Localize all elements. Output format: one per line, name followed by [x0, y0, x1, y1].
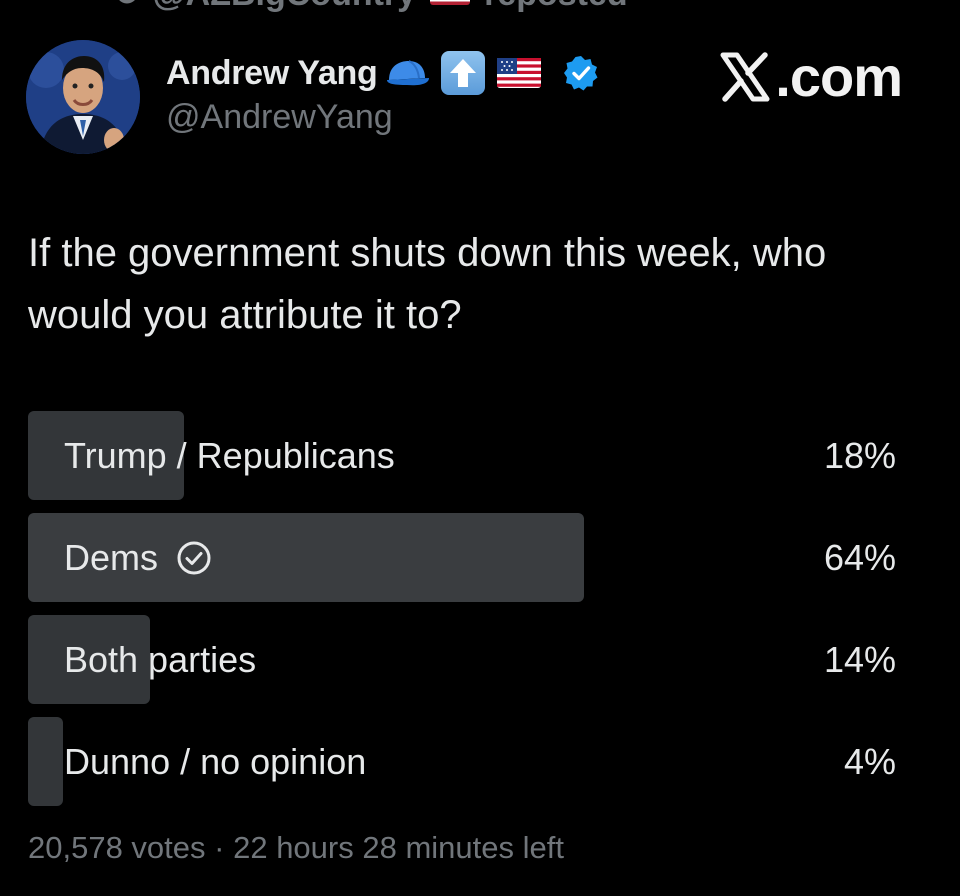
poll-result-bar [28, 717, 63, 806]
poll-option-label: Trump / Republicans [64, 434, 395, 476]
us-flag-icon [430, 0, 471, 5]
avatar-portrait-icon [26, 40, 140, 154]
x-brand-watermark: .com [719, 44, 903, 109]
poll-footer-separator: · [205, 830, 234, 865]
poll-option-label: Dems [64, 536, 159, 578]
repost-label: reposted [484, 0, 628, 14]
repost-indicator: ⟲ @AZBigCountry reposted [110, 0, 628, 14]
author-handle[interactable]: @AndrewYang [166, 98, 393, 137]
post-text: If the government shuts down this week, … [28, 231, 827, 337]
repost-icon: ⟲ [110, 0, 139, 14]
poll-option-label-wrap: Trump / Republicans [64, 435, 395, 477]
poll-option[interactable]: Dems 64% [28, 513, 896, 602]
up-arrow-icon [441, 51, 486, 95]
poll-option-label-wrap: Both parties [64, 639, 256, 681]
poll-option[interactable]: Dunno / no opinion 4% [28, 717, 896, 806]
author-display-name[interactable]: Andrew Yang [166, 54, 378, 93]
poll: Trump / Republicans 18% Dems 64% Both pa… [28, 411, 896, 819]
poll-option-label-wrap: Dunno / no opinion [64, 741, 366, 783]
poll-option-label: Both parties [64, 638, 257, 680]
poll-option-percent: 4% [843, 740, 896, 782]
poll-option-label-wrap: Dems [64, 537, 212, 579]
poll-vote-count: 20,578 votes [28, 830, 206, 865]
repost-user[interactable]: @AZBigCountry [153, 0, 417, 14]
poll-option-label: Dunno / no opinion [64, 740, 367, 782]
brand-domain: .com [775, 45, 903, 108]
poll-option[interactable]: Trump / Republicans 18% [28, 411, 896, 500]
avatar[interactable] [26, 40, 140, 154]
poll-option-percent: 18% [823, 434, 896, 476]
poll-option[interactable]: Both parties 14% [28, 615, 896, 704]
us-flag-icon [497, 58, 542, 88]
verified-badge-icon[interactable] [563, 55, 599, 91]
poll-footer: 20,578 votes · 22 hours 28 minutes left [28, 830, 564, 866]
poll-option-percent: 64% [823, 536, 896, 578]
poll-option-percent: 14% [823, 638, 896, 680]
selected-check-icon [177, 541, 211, 574]
blue-cap-icon [387, 60, 430, 86]
poll-time-left: 22 hours 28 minutes left [233, 830, 564, 865]
x-logo-icon [720, 51, 770, 102]
author-name-row: Andrew Yang [166, 50, 599, 96]
